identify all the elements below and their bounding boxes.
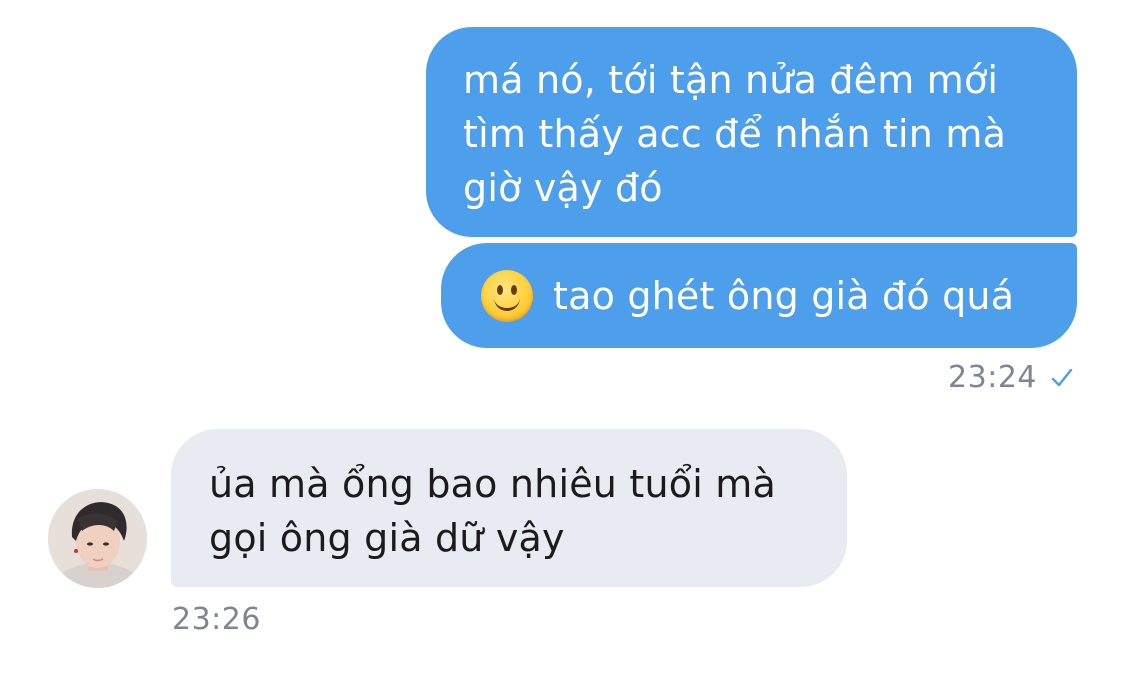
received-message-text: ủa mà ổng bao nhiêu tuổi mà gọi ông già … (209, 462, 776, 560)
contact-avatar[interactable] (48, 489, 147, 588)
sent-message-text: má nó, tới tận nửa đêm mới tìm thấy acc … (463, 58, 1007, 210)
sent-message-bubble[interactable]: tao ghét ông già đó quá (441, 243, 1077, 348)
sent-message-text: tao ghét ông già đó quá (553, 273, 1015, 318)
slightly-smiling-face-icon (481, 269, 533, 322)
received-timestamp: 23:26 (172, 602, 261, 637)
sent-timestamp: 23:24 (948, 360, 1037, 395)
avatar-photo (48, 489, 147, 588)
checkmark-icon (1051, 368, 1073, 386)
received-message-bubble[interactable]: ủa mà ổng bao nhiêu tuổi mà gọi ông già … (171, 429, 847, 587)
sent-timestamp-row: 23:24 (948, 360, 1073, 395)
sent-message-bubble[interactable]: má nó, tới tận nửa đêm mới tìm thấy acc … (426, 27, 1077, 237)
